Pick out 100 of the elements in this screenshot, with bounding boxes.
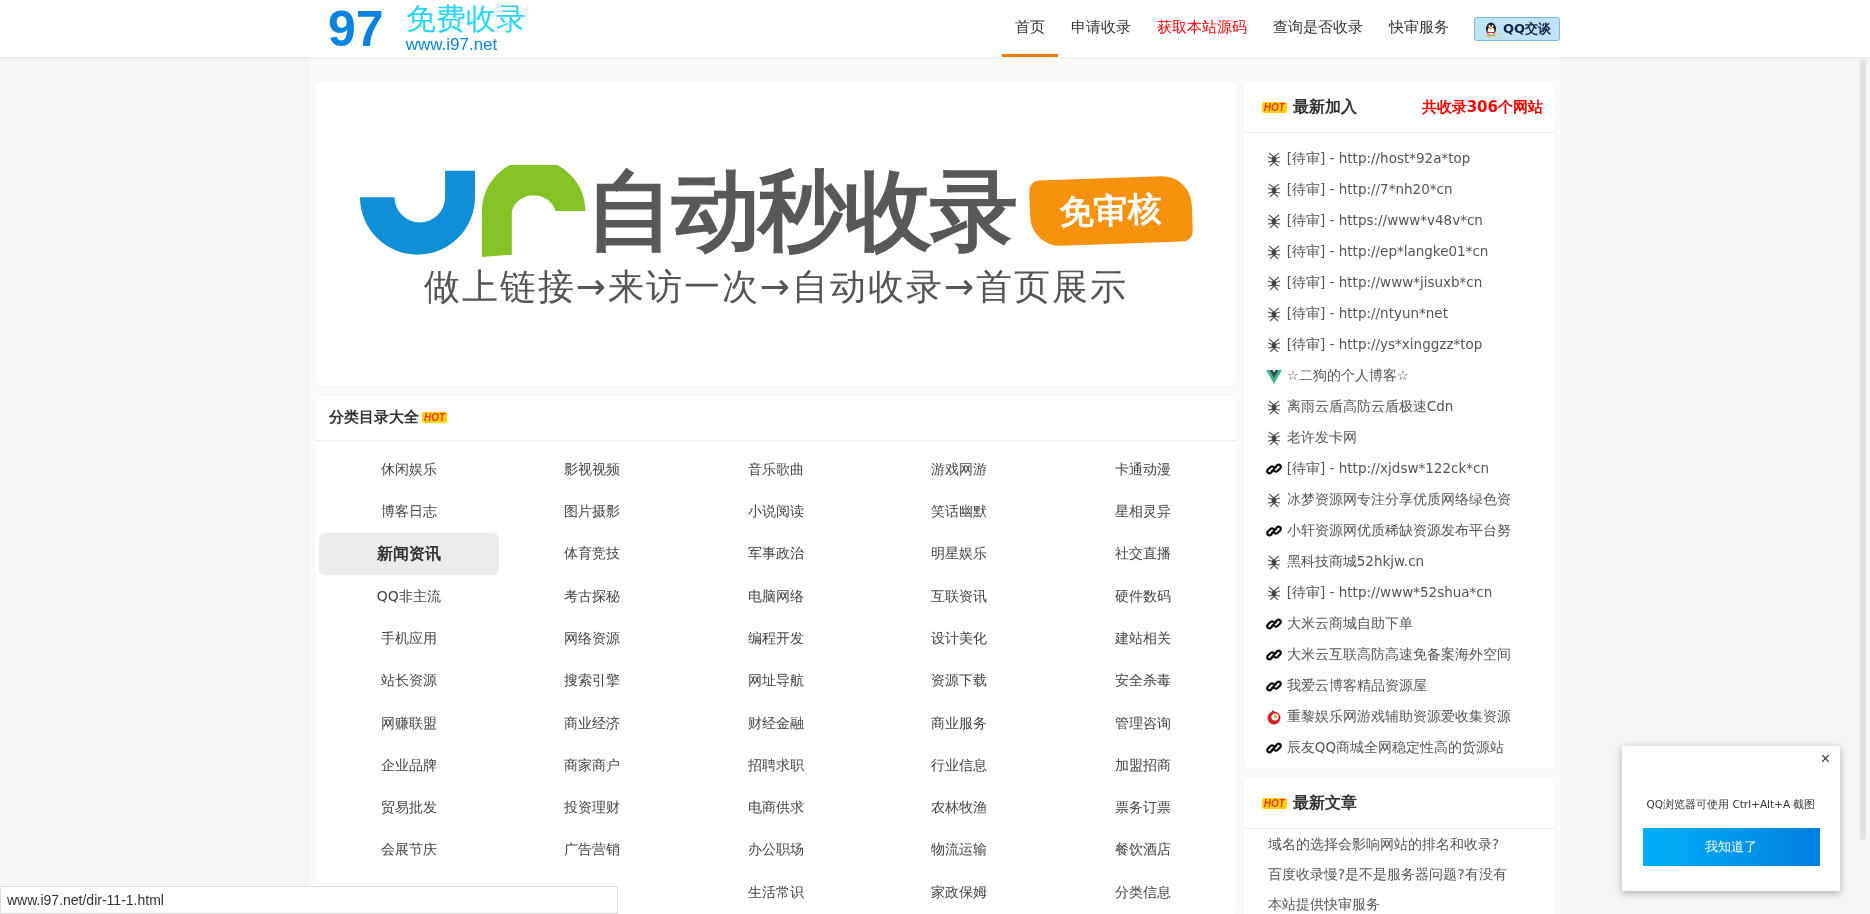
banner-title: 自动秒收录 [585,167,1016,256]
nav-tab[interactable]: 申请收录 [1057,0,1144,57]
site-link[interactable]: 重黎娱乐网游戏辅助资源爱收集资源 [1286,707,1511,726]
spider-icon [1265,181,1282,198]
category-link[interactable]: 生活常识 [686,871,866,914]
spider-icon [1265,274,1282,291]
category-link[interactable]: 票务订票 [1053,787,1233,830]
category-link[interactable]: 互联资讯 [869,575,1050,618]
category-link[interactable]: 明星娱乐 [869,533,1050,576]
popup-message: QQ浏览器可使用 Ctrl+Alt+A 截图 [1646,798,1816,812]
category-link[interactable]: 设计美化 [869,617,1050,660]
category-link[interactable]: 商业服务 [869,702,1050,745]
site-link[interactable]: 大米云商城自助下单 [1286,614,1413,633]
category-link[interactable]: 博客日志 [319,491,499,534]
spider-icon [1265,584,1282,601]
spider-icon [1265,553,1282,570]
category-link[interactable]: 分类信息 [1053,871,1233,914]
qq-chat-button[interactable]: QQ交谈 [1473,16,1560,41]
category-link[interactable]: 家政保姆 [869,871,1050,914]
category-link[interactable]: 企业品牌 [319,744,499,787]
category-link[interactable]: 影视视频 [502,448,683,491]
site-link[interactable]: ☆二狗的个人博客☆ [1286,366,1409,385]
category-link[interactable]: 小说阅读 [686,491,866,534]
article-link[interactable]: 百度收录慢?是不是服务器问题?有没有本站提供快审服务 [1267,859,1515,914]
spider-icon [1265,150,1282,167]
category-link[interactable]: 体育竞技 [502,533,683,576]
category-link[interactable]: 商业经济 [502,702,683,745]
category-link[interactable]: 游戏网游 [869,448,1050,491]
site-link[interactable]: [待审] - http://ep*langke01*cn [1286,242,1489,261]
category-link[interactable]: 会展节庆 [319,829,499,872]
article-link[interactable]: 域名的选择会影响网站的排名和收录? [1267,829,1515,859]
category-link[interactable]: 安全杀毒 [1053,660,1233,703]
category-link[interactable]: 休闲娱乐 [319,448,499,491]
category-link[interactable]: 商家商户 [502,744,683,787]
banner[interactable]: 自动秒收录 免审核 做上链接→来访一次→自动收录→首页展示 [359,155,1192,313]
category-link[interactable]: 物流运输 [869,829,1050,872]
site-link[interactable]: [待审] - http://7*nh20*cn [1286,180,1453,199]
category-link[interactable]: 网络资源 [502,617,683,660]
category-link[interactable]: 加盟招商 [1053,744,1233,787]
logo-number[interactable]: 97 [328,3,384,54]
category-link[interactable]: 资源下载 [869,660,1050,703]
site-link[interactable]: 大米云互联高防高速免备案海外空间 [1286,645,1511,664]
category-link[interactable]: 星相灵异 [1053,491,1233,534]
site-link[interactable]: [待审] - http://ys*xinggzz*top [1286,335,1483,354]
category-link[interactable]: 军事政治 [686,533,866,576]
category-link[interactable]: 搜索引擎 [502,660,683,703]
category-link[interactable]: 贸易批发 [319,787,499,830]
category-link[interactable]: 硬件数码 [1053,575,1233,618]
category-link[interactable]: 办公职场 [686,829,866,872]
close-button[interactable]: × [1818,750,1832,768]
category-link[interactable]: 编程开发 [686,617,866,660]
category-link[interactable]: 电脑网络 [686,575,866,618]
site-link[interactable]: 辰友QQ商城全网稳定性高的货源站 [1286,738,1504,757]
section-title: 分类目录大全 [329,408,419,428]
nav-tab[interactable]: 查询是否收录 [1259,0,1376,57]
spider-icon [1265,336,1282,353]
site-link[interactable]: [待审] - http://xjdsw*122ck*cn [1286,459,1489,478]
category-link[interactable]: 音乐歌曲 [686,448,866,491]
category-link[interactable]: QQ非主流 [319,575,499,618]
site-link[interactable]: [待审] - http://host*92a*top [1286,149,1471,168]
category-link[interactable]: 餐饮酒店 [1053,829,1233,872]
site-link[interactable]: [待审] - http://www*jisuxb*cn [1286,273,1483,292]
category-link[interactable]: 笑话幽默 [869,491,1050,534]
site-link[interactable]: 老许发卡网 [1286,428,1357,447]
site-link[interactable]: [待审] - https://www*v48v*cn [1286,211,1483,230]
category-link[interactable]: 站长资源 [319,660,499,703]
site-link[interactable]: 黑科技商城52hkjw.cn [1286,552,1425,571]
category-link[interactable]: 卡通动漫 [1053,448,1233,491]
category-link[interactable]: 投资理财 [502,787,683,830]
site-link[interactable]: [待审] - http://www*52shua*cn [1286,583,1493,602]
swirl-icon [1265,708,1282,725]
spider-icon [1265,491,1282,508]
category-link[interactable]: 电商供求 [686,787,866,830]
category-link[interactable]: 图片摄影 [502,491,683,534]
site-link[interactable]: [待审] - http://ntyun*net [1286,304,1448,323]
category-link[interactable]: 网址导航 [686,660,866,703]
nav-tab[interactable]: 快审服务 [1375,0,1462,57]
category-link[interactable]: 网赚联盟 [319,702,499,745]
site-link[interactable]: 离雨云盾高防云盾极速Cdn [1286,397,1454,416]
category-link[interactable]: 建站相关 [1053,617,1233,660]
site-link[interactable]: 冰梦资源网专注分享优质网络绿色资 [1286,490,1511,509]
site-link[interactable]: 我爱云博客精品资源屋 [1286,676,1427,695]
v-shape-icon [1265,367,1282,384]
category-link[interactable]: 考古探秘 [502,575,683,618]
hot-label: HOT [1261,797,1287,809]
category-link[interactable]: 农林牧渔 [869,787,1050,830]
category-link[interactable]: 招聘求职 [686,744,866,787]
category-link[interactable]: 行业信息 [869,744,1050,787]
category-link[interactable]: 新闻资讯 [319,533,499,576]
spider-icon [1265,243,1282,260]
category-link[interactable]: 广告营销 [502,829,683,872]
site-link[interactable]: 小轩资源网优质稀缺资源发布平台努 [1286,521,1511,540]
total-count: 共收录306个网站 [1421,97,1543,117]
category-link[interactable]: 管理咨询 [1053,702,1233,745]
category-link[interactable]: 手机应用 [319,617,499,660]
section-title: 最新文章 [1292,792,1357,814]
category-link[interactable]: 财经金融 [686,702,866,745]
category-link[interactable]: 社交直播 [1053,533,1233,576]
logo-url: www.i97.net [405,35,498,55]
nav-tab[interactable]: 获取本站源码 [1143,0,1260,57]
